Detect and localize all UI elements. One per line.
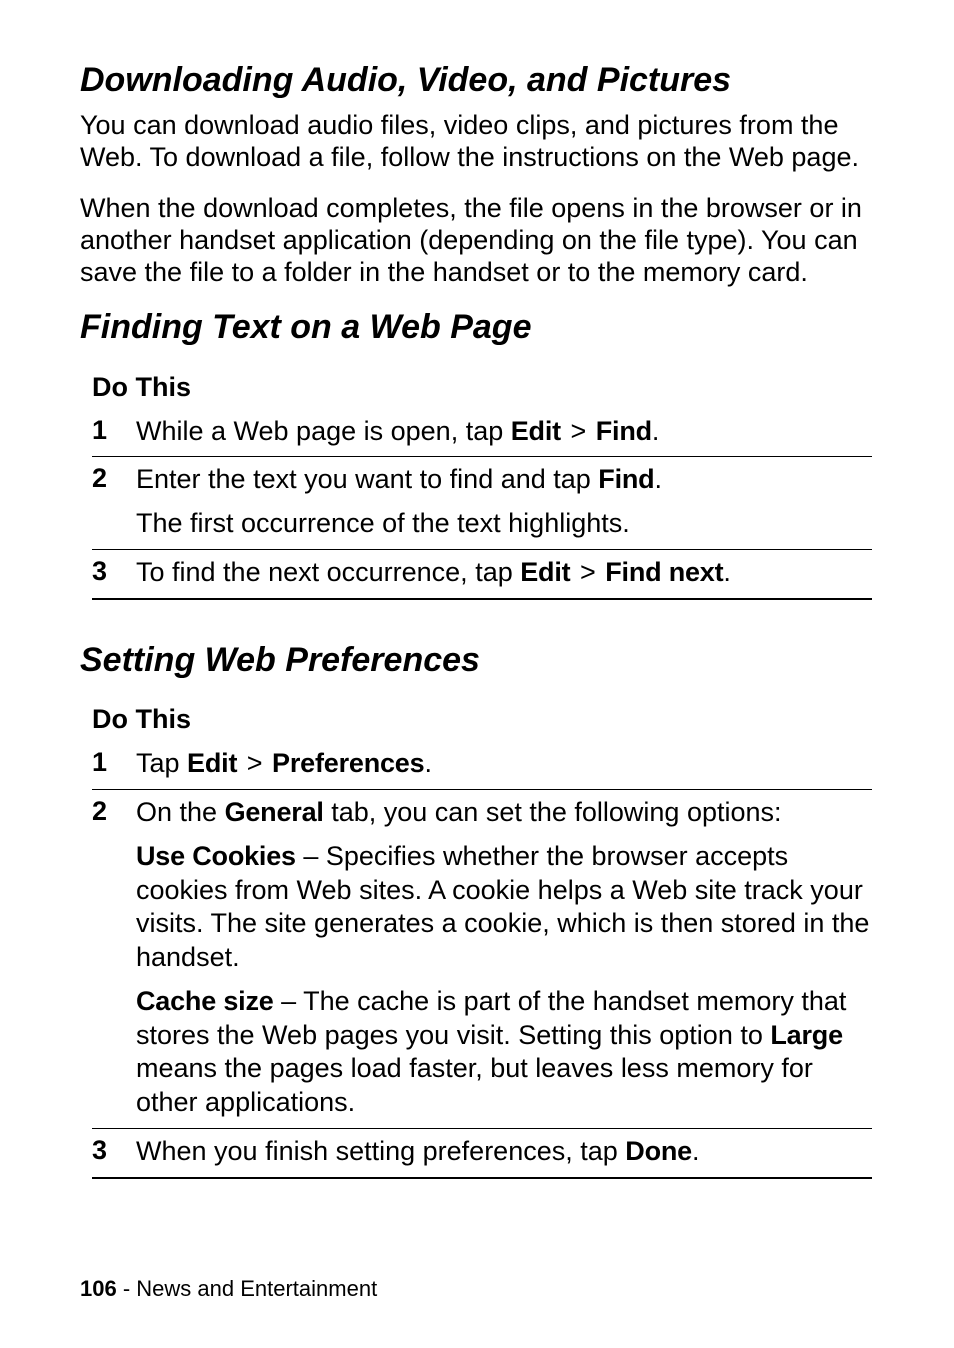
table-bottom-rule [92, 598, 872, 600]
footer-separator: - [117, 1276, 137, 1301]
table-row: 3 To find the next occurrence, tap Edit … [92, 549, 872, 598]
ui-label-use-cookies: Use Cookies [136, 841, 296, 871]
text: Enter the text you want to find and tap [136, 464, 598, 494]
step-text: Enter the text you want to find and tap … [136, 463, 872, 541]
paragraph: You can download audio files, video clip… [80, 109, 884, 174]
ui-label-done: Done [625, 1136, 692, 1166]
text: While a Web page is open, tap [136, 416, 511, 446]
step-number: 3 [92, 556, 136, 590]
table-row: 1 Tap Edit > Preferences. [92, 741, 872, 789]
step-text: Tap Edit > Preferences. [136, 747, 872, 781]
breadcrumb-separator: > [570, 557, 605, 587]
step-number: 1 [92, 415, 136, 449]
heading-finding-text: Finding Text on a Web Page [80, 307, 884, 348]
text: . [424, 748, 432, 778]
text: tab, you can set the following options: [324, 797, 782, 827]
ui-label-edit: Edit [187, 748, 237, 778]
paragraph: When the download completes, the file op… [80, 192, 884, 289]
ui-label-cache-size: Cache size [136, 986, 274, 1016]
step-number: 1 [92, 747, 136, 781]
breadcrumb-separator: > [561, 416, 596, 446]
text: Tap [136, 748, 187, 778]
ui-label-large: Large [770, 1020, 843, 1050]
text: On the [136, 797, 225, 827]
ui-label-general: General [225, 797, 324, 827]
step-number: 2 [92, 463, 136, 541]
text: To find the next occurrence, tap [136, 557, 520, 587]
table-row: 1 While a Web page is open, tap Edit > F… [92, 409, 872, 457]
text: The first occurrence of the text highlig… [136, 507, 872, 541]
ui-label-edit: Edit [511, 416, 561, 446]
text: . [654, 464, 662, 494]
step-number: 2 [92, 796, 136, 1120]
do-this-label: Do This [92, 372, 884, 403]
text: . [652, 416, 660, 446]
ui-label-find: Find [598, 464, 654, 494]
ui-label-edit: Edit [520, 557, 570, 587]
page-footer: 106 - News and Entertainment [80, 1276, 377, 1302]
table-row: 2 Enter the text you want to find and ta… [92, 456, 872, 549]
step-number: 3 [92, 1135, 136, 1169]
do-this-label: Do This [92, 704, 884, 735]
steps-table: 1 While a Web page is open, tap Edit > F… [92, 409, 872, 598]
page-number: 106 [80, 1276, 117, 1301]
step-text: To find the next occurrence, tap Edit > … [136, 556, 872, 590]
ui-label-find: Find [596, 416, 652, 446]
text: . [723, 557, 731, 587]
table-bottom-rule [92, 1177, 872, 1179]
steps-table: 1 Tap Edit > Preferences. 2 On the Gener… [92, 741, 872, 1176]
heading-downloading: Downloading Audio, Video, and Pictures [80, 60, 884, 101]
text: . [692, 1136, 700, 1166]
step-text: On the General tab, you can set the foll… [136, 796, 872, 1120]
text: When you finish setting preferences, tap [136, 1136, 625, 1166]
heading-setting-preferences: Setting Web Preferences [80, 640, 884, 681]
footer-section: News and Entertainment [136, 1276, 377, 1301]
table-row: 3 When you finish setting preferences, t… [92, 1128, 872, 1177]
text: means the pages load faster, but leaves … [136, 1053, 813, 1117]
step-text: While a Web page is open, tap Edit > Fin… [136, 415, 872, 449]
ui-label-preferences: Preferences [272, 748, 424, 778]
document-page: Downloading Audio, Video, and Pictures Y… [0, 0, 954, 1348]
ui-label-find-next: Find next [605, 557, 723, 587]
breadcrumb-separator: > [237, 748, 272, 778]
step-text: When you finish setting preferences, tap… [136, 1135, 872, 1169]
table-row: 2 On the General tab, you can set the fo… [92, 789, 872, 1128]
